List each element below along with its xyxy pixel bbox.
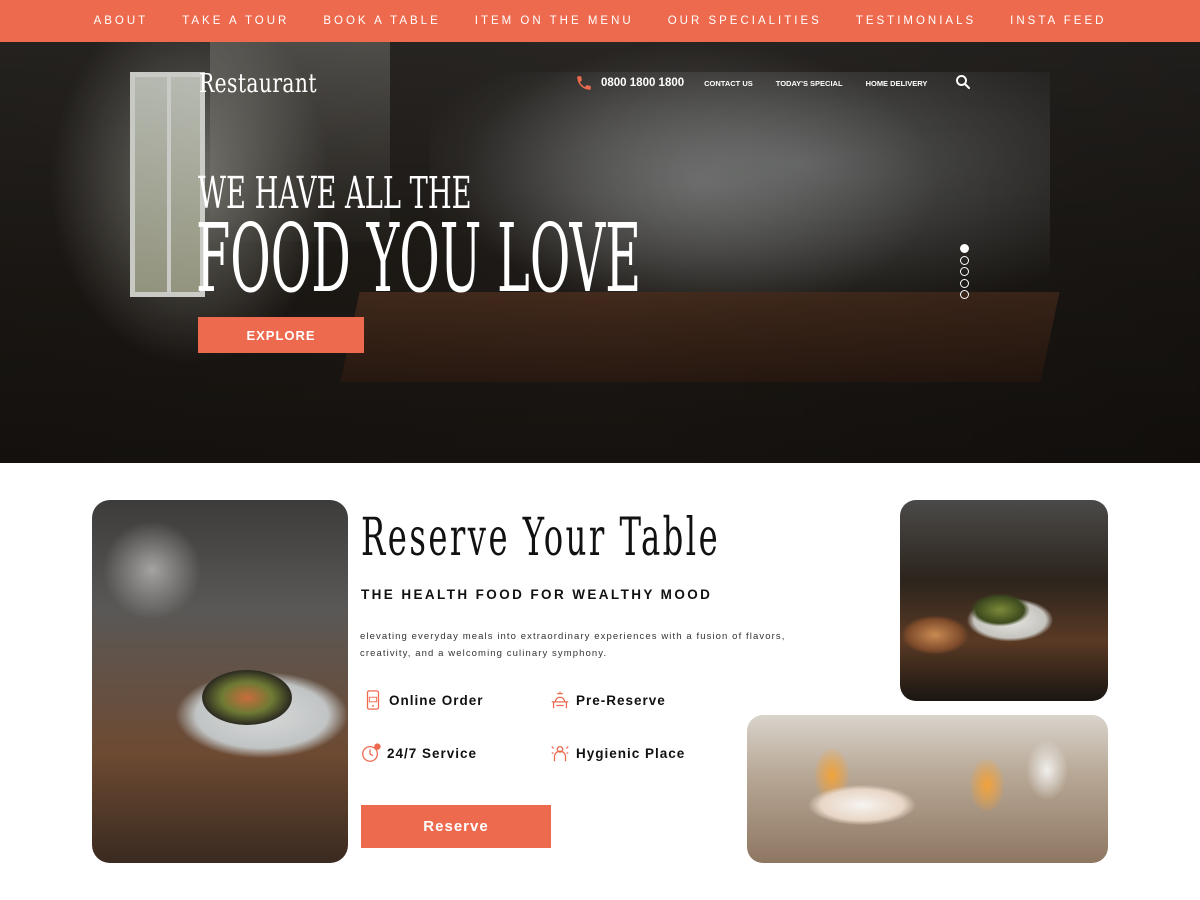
hygiene-icon: [551, 745, 569, 762]
topnav-our-specialities[interactable]: OUR SPECIALITIES: [668, 15, 822, 27]
nav-todays-special[interactable]: TODAY'S SPECIAL: [776, 79, 843, 88]
top-nav: ABOUT TAKE A TOUR BOOK A TABLE ITEM ON T…: [0, 0, 1200, 42]
slider-dot-4[interactable]: [960, 278, 969, 288]
slider-dot-3[interactable]: [960, 267, 969, 276]
feature-24-7-service: 24/7 Service: [360, 742, 477, 764]
phone-icon: [577, 76, 591, 90]
hero-section: Restaurant 0800 1800 1800 CONTACT US TOD…: [0, 42, 1200, 463]
mobile-order-icon: [366, 690, 380, 710]
breakfast-table-image: [747, 715, 1108, 863]
reserve-title: Reserve Your Table: [361, 508, 721, 568]
phone-number[interactable]: 0800 1800 1800: [601, 77, 684, 89]
explore-button[interactable]: EXPLORE: [198, 317, 364, 353]
feature-online-order: Online Order: [362, 689, 484, 711]
topnav-testimonials[interactable]: TESTIMONIALS: [856, 15, 976, 27]
feature-label: 24/7 Service: [387, 745, 478, 761]
topnav-about[interactable]: ABOUT: [94, 15, 149, 27]
slider-dot-1[interactable]: [960, 244, 969, 253]
feature-label: Hygienic Place: [576, 745, 686, 761]
nav-home-delivery[interactable]: HOME DELIVERY: [866, 79, 928, 88]
brand-logo[interactable]: Restaurant: [199, 69, 317, 99]
feature-pre-reserve: Pre-Reserve: [549, 689, 666, 711]
plated-dish-image: [92, 500, 348, 863]
reserve-subtitle: THE HEALTH FOOD FOR WEALTHY MOOD: [361, 587, 713, 602]
reserve-button[interactable]: Reserve: [361, 805, 551, 848]
plate-food-detail: [202, 670, 292, 725]
slider-dot-5[interactable]: [960, 290, 969, 299]
hero-headline: FOOD YOU LOVE: [196, 204, 642, 314]
slider-dots: [960, 244, 969, 302]
feature-hygienic-place: Hygienic Place: [549, 742, 685, 764]
topnav-take-a-tour[interactable]: TAKE A TOUR: [182, 15, 289, 27]
reserve-description: elevating everyday meals into extraordin…: [360, 631, 786, 659]
topnav-book-a-table[interactable]: BOOK A TABLE: [323, 15, 440, 27]
topnav-insta-feed[interactable]: INSTA FEED: [1010, 15, 1106, 27]
salad-plates-image: [900, 500, 1108, 701]
nav-contact-us[interactable]: CONTACT US: [704, 79, 753, 88]
slider-dot-2[interactable]: [960, 255, 969, 265]
header-nav: 0800 1800 1800 CONTACT US TODAY'S SPECIA…: [575, 72, 950, 94]
reserve-icon: [551, 691, 569, 709]
feature-label: Online Order: [389, 692, 484, 708]
topnav-item-on-the-menu[interactable]: ITEM ON THE MENU: [475, 15, 634, 27]
clock-icon: [362, 743, 381, 762]
search-icon[interactable]: [954, 73, 972, 91]
feature-label: Pre-Reserve: [576, 692, 666, 708]
